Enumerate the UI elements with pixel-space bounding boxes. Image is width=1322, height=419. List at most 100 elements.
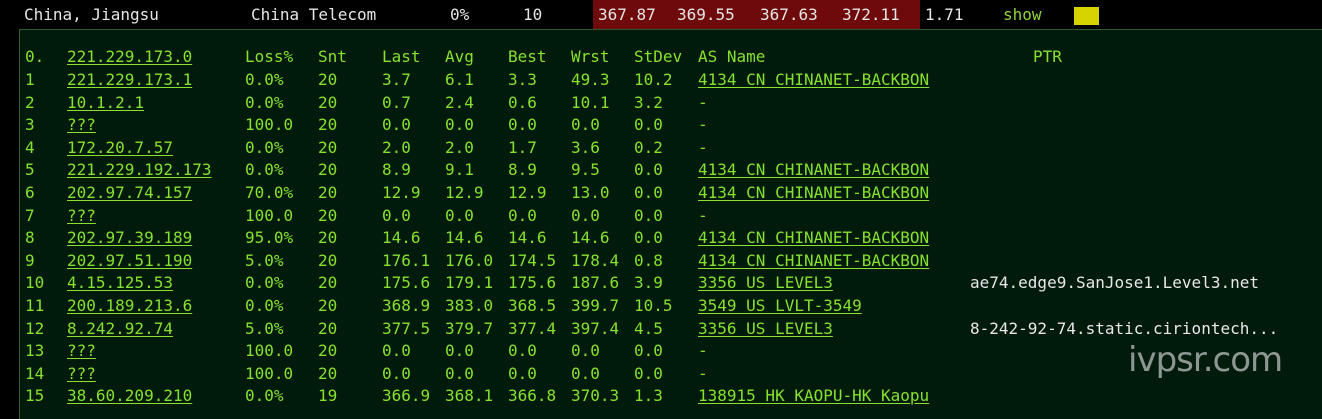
snt-cell: 20 xyxy=(318,341,338,361)
host-link[interactable]: 8.242.92.74 xyxy=(67,319,173,339)
avg-value: 369.55 xyxy=(677,5,735,24)
wrst-cell: 370.3 xyxy=(571,386,620,406)
table-header-row: 0. 221.229.173.0 Loss% Snt Last Avg Best… xyxy=(20,47,1322,69)
snt-cell: 20 xyxy=(318,296,338,315)
host-link[interactable]: 221.229.192.173 xyxy=(67,160,212,180)
snt-cell: 20 xyxy=(318,205,338,225)
snt-cell: 20 xyxy=(318,318,338,338)
wrst-cell: 14.6 xyxy=(571,228,610,248)
avg-cell: 14.6 xyxy=(445,228,484,248)
wrst-cell: 10.1 xyxy=(571,92,610,112)
as-name-cell[interactable]: 3356 US LEVEL3 xyxy=(698,319,833,339)
host-link[interactable]: 221.229.173.1 xyxy=(67,70,192,90)
header-host[interactable]: 221.229.173.0 xyxy=(67,47,192,67)
last-cell: 12.9 xyxy=(382,183,421,202)
loss-text: 0% xyxy=(450,5,470,24)
stdev-cell: 3.2 xyxy=(634,92,663,112)
wrst-cell: 0.0 xyxy=(571,205,600,225)
wrst-cell: 9.5 xyxy=(571,160,600,180)
snt-cell: 20 xyxy=(318,273,338,293)
host-link[interactable]: 200.189.213.6 xyxy=(67,296,192,316)
as-name-cell: - xyxy=(698,363,708,383)
as-name-cell[interactable]: 4134 CN CHINANET-BACKBON xyxy=(698,160,929,180)
last-cell: 3.7 xyxy=(382,70,411,89)
loss-cell: 0.0% xyxy=(245,137,284,157)
as-name-cell[interactable]: 4134 CN CHINANET-BACKBON xyxy=(698,251,929,271)
table-row: 2 10.1.2.1 0.0% 20 0.7 2.4 0.6 10.1 3.2 - xyxy=(20,93,1322,115)
best-cell: 377.4 xyxy=(508,318,557,338)
last-cell: 176.1 xyxy=(382,250,431,270)
sent-text: 10 xyxy=(523,5,543,24)
last-cell: 175.6 xyxy=(382,273,431,293)
wrst-cell: 0.0 xyxy=(571,363,600,383)
host-link[interactable]: 202.97.39.189 xyxy=(67,228,192,248)
header-ptr: PTR xyxy=(1033,47,1062,66)
watermark-text: ivpsr.com xyxy=(1128,340,1283,380)
best-cell: 0.0 xyxy=(508,341,537,361)
as-name-cell[interactable]: 3549 US LVLT-3549 xyxy=(698,296,862,316)
mtr-table-panel: 0. 221.229.173.0 Loss% Snt Last Avg Best… xyxy=(19,29,1322,419)
as-name-cell[interactable]: 3356 US LEVEL3 xyxy=(698,273,833,293)
hop-number: 10 xyxy=(25,273,45,293)
as-name-cell[interactable]: 4134 CN CHINANET-BACKBON xyxy=(698,228,929,248)
host-link[interactable]: 10.1.2.1 xyxy=(67,93,144,113)
header-last: Last xyxy=(382,47,421,66)
hop-number: 1 xyxy=(25,70,35,89)
host-link[interactable]: 202.97.74.157 xyxy=(67,183,192,203)
best-cell: 0.0 xyxy=(508,115,537,135)
header-loss: Loss% xyxy=(245,47,294,66)
best-cell: 8.9 xyxy=(508,160,537,180)
loss-cell: 100.0 xyxy=(245,341,294,361)
wrst-cell: 49.3 xyxy=(571,70,610,89)
avg-cell: 379.7 xyxy=(445,318,494,338)
stdev-cell: 0.0 xyxy=(634,205,663,225)
host-link[interactable]: ??? xyxy=(67,364,96,384)
show-button[interactable]: show xyxy=(1003,5,1042,25)
stdev-cell: 0.0 xyxy=(634,228,663,248)
host-link[interactable]: ??? xyxy=(67,115,96,135)
table-row: 14??? 100.0 20 0.0 0.0 0.0 0.0 0.0 - xyxy=(20,364,1322,386)
stdev-cell: 0.0 xyxy=(634,160,663,180)
table-row: 9 202.97.51.190 5.0% 20 176.1 176.0 174.5 178.4… xyxy=(20,251,1322,273)
host-link[interactable]: 202.97.51.190 xyxy=(67,251,192,271)
host-link[interactable]: 38.60.209.210 xyxy=(67,386,192,406)
table-row: 7??? 100.0 20 0.0 0.0 0.0 0.0 0.0 - xyxy=(20,206,1322,228)
best-cell: 0.6 xyxy=(508,92,537,112)
table-row: 12 8.242.92.74 5.0% 20 377.5 379.7 377.4 397.4 4… xyxy=(20,319,1322,341)
stdev-cell: 1.3 xyxy=(634,386,663,406)
host-link[interactable]: 172.20.7.57 xyxy=(67,138,173,158)
wrst-cell: 397.4 xyxy=(571,318,620,338)
loss-cell: 0.0% xyxy=(245,70,284,89)
hop-number: 8 xyxy=(25,228,35,248)
avg-cell: 6.1 xyxy=(445,70,474,89)
header-avg: Avg xyxy=(445,47,474,66)
summary-bar: China, Jiangsu China Telecom 0% 10 367.8… xyxy=(0,0,1322,29)
stdev-cell: 0.2 xyxy=(634,137,663,157)
last-value: 367.87 xyxy=(598,5,656,24)
stdev-cell: 0.0 xyxy=(634,363,663,383)
last-cell: 0.0 xyxy=(382,363,411,383)
as-name-cell[interactable]: 4134 CN CHINANET-BACKBON xyxy=(698,183,929,203)
last-cell: 2.0 xyxy=(382,137,411,157)
last-cell: 366.9 xyxy=(382,386,431,406)
as-name-cell[interactable]: 4134 CN CHINANET-BACKBON xyxy=(698,70,929,90)
loss-cell: 0.0% xyxy=(245,92,284,112)
best-cell: 3.3 xyxy=(508,70,537,89)
header-snt: Snt xyxy=(318,47,347,66)
stdev-cell: 0.0 xyxy=(634,115,663,135)
hop-number: 6 xyxy=(25,183,35,202)
table-row: 5 221.229.192.173 0.0% 20 8.9 9.1 8.9 9.5 0.0 413… xyxy=(20,160,1322,182)
loss-cell: 5.0% xyxy=(245,318,284,338)
wrst-cell: 187.6 xyxy=(571,273,620,293)
loss-cell: 5.0% xyxy=(245,250,284,270)
hop-number: 13 xyxy=(25,341,45,361)
host-link[interactable]: ??? xyxy=(67,341,96,361)
as-name-cell[interactable]: 138915 HK KAOPU-HK Kaopu xyxy=(698,386,929,406)
table-row: 3??? 100.0 20 0.0 0.0 0.0 0.0 0.0 - xyxy=(20,115,1322,137)
best-cell: 174.5 xyxy=(508,250,557,270)
best-cell: 14.6 xyxy=(508,228,547,248)
host-link[interactable]: ??? xyxy=(67,206,96,226)
best-cell: 1.7 xyxy=(508,137,537,157)
host-link[interactable]: 4.15.125.53 xyxy=(67,273,173,293)
best-cell: 0.0 xyxy=(508,363,537,383)
